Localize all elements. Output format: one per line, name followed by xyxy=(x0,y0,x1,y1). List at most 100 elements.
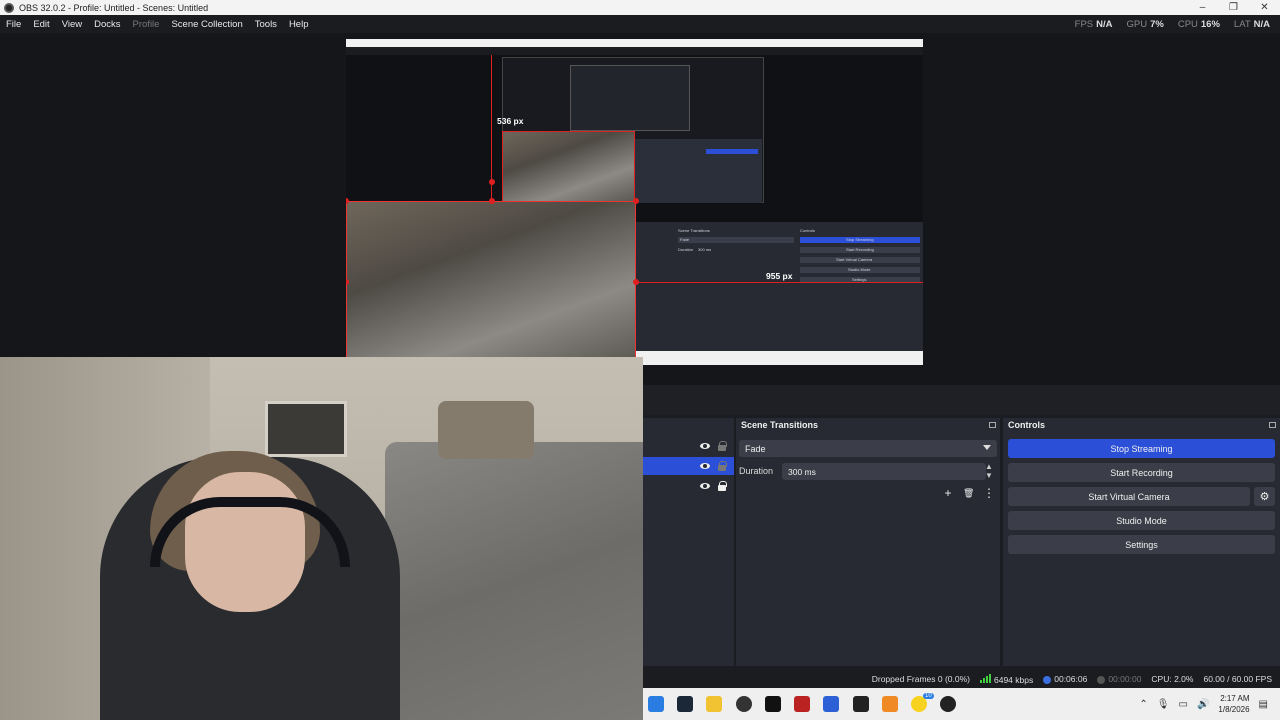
nested-menubar xyxy=(346,47,923,55)
spin-up-icon[interactable]: ▲ xyxy=(985,463,993,471)
menu-profile[interactable]: Profile xyxy=(127,19,166,30)
more-menu-icon[interactable]: ⋮ xyxy=(983,487,995,499)
menu-edit[interactable]: Edit xyxy=(27,19,55,30)
game-launcher-icon[interactable] xyxy=(794,696,810,712)
nested-studio-mode-label: Studio Mode xyxy=(848,267,871,272)
unlocked-lock-icon[interactable] xyxy=(718,441,727,451)
transition-select-value: Fade xyxy=(745,443,766,454)
webcam-source[interactable] xyxy=(0,357,643,720)
start-virtual-camera-button[interactable]: Start Virtual Camera xyxy=(1008,487,1250,506)
menu-tools[interactable]: Tools xyxy=(249,19,283,30)
streaming-dot-icon xyxy=(1043,675,1052,684)
source-row[interactable] xyxy=(643,437,734,455)
visibility-eye-icon[interactable] xyxy=(700,441,710,451)
notification-badge: 10 xyxy=(923,693,934,699)
tray-chevron-icon[interactable]: ⌃ xyxy=(1139,699,1147,710)
menu-file[interactable]: File xyxy=(0,19,27,30)
minimize-button[interactable]: – xyxy=(1187,0,1218,15)
spin-down-icon[interactable]: ▼ xyxy=(985,472,993,480)
dropped-frames: Dropped Frames 0 (0.0%) xyxy=(871,674,970,684)
visibility-eye-icon[interactable] xyxy=(700,481,710,491)
webcam-source-mirror[interactable] xyxy=(346,201,636,365)
webcam-bed xyxy=(385,442,643,720)
nested-docks: Scene Transitions Controls Fade Duration… xyxy=(636,222,923,352)
menu-view[interactable]: View xyxy=(56,19,88,30)
fps-stat: FPS N/A xyxy=(1074,18,1113,30)
webcam-source-mirror-small[interactable] xyxy=(502,131,635,203)
microphone-icon[interactable]: 🎙 xyxy=(1157,699,1170,710)
source-row[interactable] xyxy=(643,477,734,495)
menu-docks[interactable]: Docks xyxy=(88,19,126,30)
visibility-eye-icon[interactable] xyxy=(700,461,710,471)
cpu-usage: CPU: 2.0% xyxy=(1151,674,1194,684)
brave-icon[interactable] xyxy=(882,696,898,712)
dock-title: Scene Transitions xyxy=(741,420,819,430)
nested-stop-streaming-highlight xyxy=(706,149,758,154)
transition-actions: + 🗑 ⋮ xyxy=(943,487,995,499)
browser-icon[interactable] xyxy=(823,696,839,712)
transition-select[interactable]: Fade xyxy=(739,440,997,457)
sources-dock xyxy=(643,418,734,666)
nested-taskbar xyxy=(636,351,923,365)
recording-app-icon[interactable] xyxy=(940,696,956,712)
tiktok-icon[interactable] xyxy=(765,696,781,712)
obs-logo-icon xyxy=(4,2,14,13)
settings-button[interactable]: Settings xyxy=(1008,535,1275,554)
horizontal-distance-label: 955 px xyxy=(766,271,793,281)
dock-header: Scene Transitions xyxy=(736,418,1000,432)
record-timer: 00:00:00 xyxy=(1097,674,1141,684)
app-store-icon[interactable] xyxy=(648,696,664,712)
transform-handle-top[interactable] xyxy=(489,179,495,185)
close-button[interactable]: ✕ xyxy=(1249,0,1280,15)
source-row-selected[interactable] xyxy=(643,457,734,475)
unlocked-lock-icon[interactable] xyxy=(718,461,727,471)
chevron-down-icon xyxy=(983,445,991,450)
nested-duration-value: 300 ms xyxy=(698,247,712,252)
menu-scene-collection[interactable]: Scene Collection xyxy=(165,19,248,30)
recording-dot-icon xyxy=(1097,675,1106,684)
undock-icon[interactable] xyxy=(1269,422,1276,428)
file-explorer-icon[interactable] xyxy=(706,696,722,712)
nested-duration-label: Duration xyxy=(678,247,694,252)
trash-icon[interactable]: 🗑 xyxy=(963,487,974,499)
stop-streaming-button[interactable]: Stop Streaming xyxy=(1008,439,1275,458)
menu-help[interactable]: Help xyxy=(283,19,315,30)
clock-date: 1/8/2026 xyxy=(1218,705,1250,714)
duration-value: 300 ms xyxy=(788,466,816,477)
nested-controls-title: Controls xyxy=(800,228,815,233)
webcam-picture-frame xyxy=(265,401,347,457)
locked-lock-icon[interactable] xyxy=(718,481,727,491)
bitrate-indicator: 6494 kbps xyxy=(980,673,1033,685)
nested-start-virtual-camera-label: Start Virtual Camera xyxy=(836,257,873,262)
transform-handle-right[interactable] xyxy=(633,279,639,285)
start-recording-button[interactable]: Start Recording xyxy=(1008,463,1275,482)
virtual-camera-settings-button[interactable]: ⚙ xyxy=(1254,487,1275,506)
preview-canvas[interactable]: Scene Transitions Controls Fade Duration… xyxy=(346,39,923,365)
clock[interactable]: 2:17 AM 1/8/2026 xyxy=(1218,693,1249,715)
clock-time: 2:17 AM xyxy=(1220,694,1250,703)
undock-icon[interactable] xyxy=(989,422,996,428)
maximize-button[interactable]: ❐ xyxy=(1218,0,1249,15)
status-bar: Dropped Frames 0 (0.0%) 6494 kbps 00:06:… xyxy=(643,670,1280,688)
steam-icon[interactable] xyxy=(677,696,693,712)
transform-handle-top-center[interactable] xyxy=(489,198,495,204)
cpu-stat: CPU 16% xyxy=(1177,18,1220,30)
duration-input[interactable]: 300 ms xyxy=(782,463,986,480)
volume-icon[interactable]: 🔊 xyxy=(1197,699,1209,710)
horizontal-distance-guide xyxy=(636,282,923,283)
preview-area[interactable]: Scene Transitions Controls Fade Duration… xyxy=(0,33,1280,385)
epic-games-icon[interactable] xyxy=(853,696,869,712)
window-title: OBS 32.0.2 - Profile: Untitled - Scenes:… xyxy=(19,2,209,13)
nested-fade-select xyxy=(678,237,794,243)
studio-mode-button[interactable]: Studio Mode xyxy=(1008,511,1275,530)
nested-capture-level-3 xyxy=(570,65,690,131)
network-icon[interactable]: ▭ xyxy=(1179,699,1188,710)
notifications-icon[interactable]: ▤ xyxy=(1259,699,1268,710)
transform-handle-top-right[interactable] xyxy=(633,198,639,204)
nested-docks-level-2 xyxy=(634,139,762,203)
obs-taskbar-icon[interactable] xyxy=(736,696,752,712)
nested-stop-streaming-label: Stop Streaming xyxy=(846,237,874,242)
add-icon[interactable]: + xyxy=(943,487,953,499)
nested-window-titlebar xyxy=(346,39,923,47)
fps-readout: 60.00 / 60.00 FPS xyxy=(1203,674,1272,684)
